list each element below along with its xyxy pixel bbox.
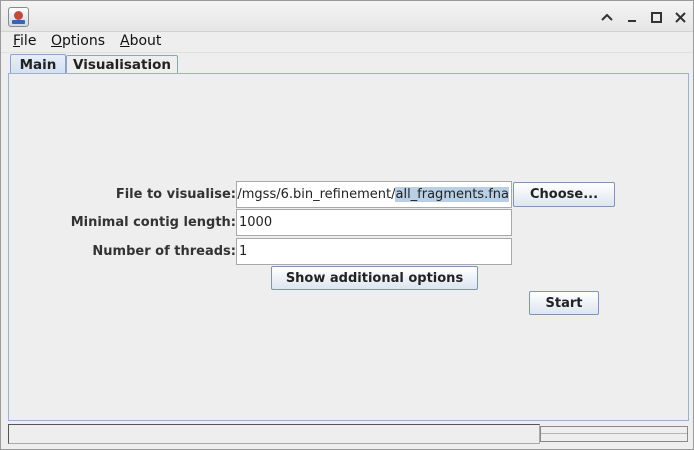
progress-bar <box>540 426 688 442</box>
status-bar <box>8 424 540 444</box>
tab-main[interactable]: Main <box>10 54 66 74</box>
close-button[interactable] <box>671 8 689 26</box>
menu-about-mnemonic: A <box>120 33 130 49</box>
file-path-field[interactable]: n1/mgss/6.bin_refinement/all_fragments.f… <box>236 181 512 208</box>
window-shade-button[interactable] <box>598 8 616 26</box>
maximize-icon <box>650 11 662 23</box>
menu-about[interactable]: About <box>120 33 161 49</box>
tab-visualisation[interactable]: Visualisation <box>66 55 178 74</box>
start-button[interactable]: Start <box>529 291 599 315</box>
title-bar[interactable] <box>1 1 693 32</box>
number-of-threads-label: Number of threads: <box>92 244 236 259</box>
menu-about-label: bout <box>129 33 162 49</box>
minimal-contig-length-field[interactable]: 1000 <box>236 209 512 236</box>
menu-options-mnemonic: O <box>51 33 63 49</box>
menu-bar: File Options About <box>1 32 693 53</box>
file-path-selected-text: all_fragments.fna <box>395 187 509 202</box>
minimize-button[interactable] <box>623 8 641 26</box>
maximize-button[interactable] <box>647 8 665 26</box>
choose-file-button[interactable]: Choose... <box>513 182 615 207</box>
file-path-prefix: n1/mgss/6.bin_refinement/ <box>236 187 396 202</box>
file-to-visualise-label: File to visualise: <box>115 187 236 202</box>
minimize-icon <box>628 20 636 22</box>
minimal-contig-length-label: Minimal contig length: <box>70 215 236 230</box>
chevron-up-icon <box>601 13 613 21</box>
close-icon <box>674 11 686 23</box>
application-window: File Options About Main Visualisation Fi… <box>0 0 694 450</box>
java-app-icon[interactable] <box>8 7 29 27</box>
menu-file-mnemonic: F <box>13 33 21 49</box>
menu-options-label: ptions <box>62 33 106 49</box>
menu-file-label: ile <box>20 33 37 49</box>
menu-file[interactable]: File <box>13 33 36 49</box>
show-additional-options-button[interactable]: Show additional options <box>271 266 478 290</box>
number-of-threads-field[interactable]: 1 <box>236 238 512 265</box>
menu-options[interactable]: Options <box>51 33 105 49</box>
